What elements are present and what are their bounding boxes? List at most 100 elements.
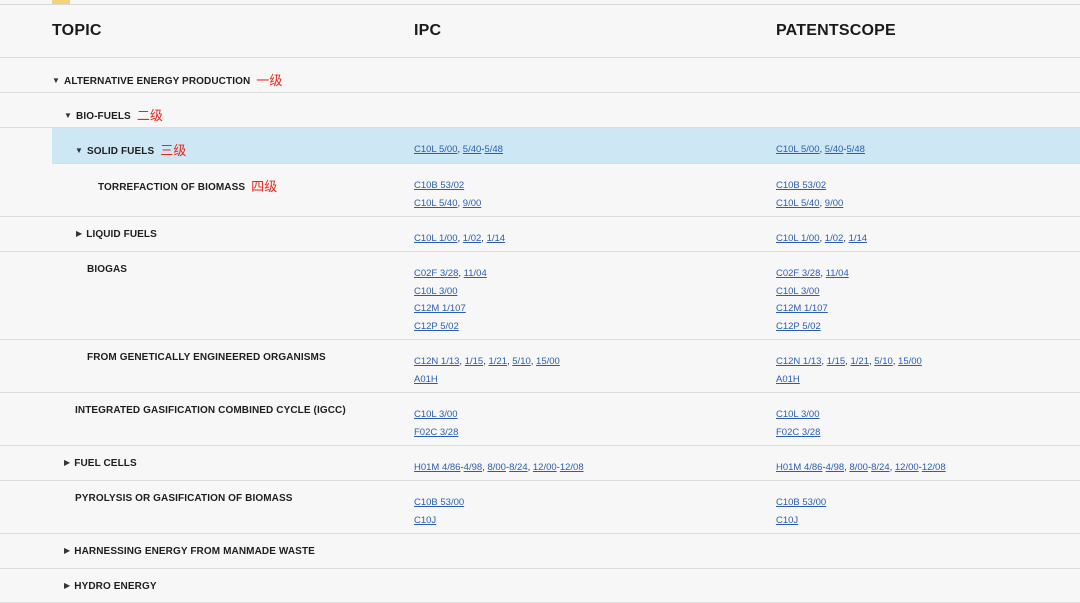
code-link[interactable]: C10B 53/02 <box>414 180 464 191</box>
code-link[interactable]: 1/21 <box>488 356 507 367</box>
table-row-waste[interactable]: ▶ HARNESSING ENERGY FROM MANMADE WASTE <box>0 534 1080 569</box>
code-link[interactable]: 5/40 <box>463 144 482 155</box>
table-row-solid[interactable]: ▼ SOLID FUELS 三级 C10L 5/00, 5/40-5/48 C10L 5… <box>52 128 1080 164</box>
topic-cell[interactable]: ▼ BIO-FUELS 二级 <box>64 105 163 124</box>
code-link[interactable]: C12M 1/107 <box>776 303 828 314</box>
patentscope-codes-line: C10L 3/00 <box>776 406 820 424</box>
patentscope-codes-line: F02C 3/28 <box>776 424 820 442</box>
code-link[interactable]: C10L 3/00 <box>414 286 458 297</box>
table-row-liquid[interactable]: ▶ LIQUID FUELS C10L 1/00, 1/02, 1/14 C10L 1… <box>0 217 1080 252</box>
code-link[interactable]: F02C 3/28 <box>776 427 820 438</box>
code-link[interactable]: F02C 3/28 <box>414 427 458 438</box>
topic-cell[interactable]: ▶ HARNESSING ENERGY FROM MANMADE WASTE <box>64 546 315 557</box>
caret-right-icon[interactable]: ▶ <box>64 581 70 590</box>
topic-cell[interactable]: ▼ SOLID FUELS 三级 <box>75 140 186 159</box>
ipc-codes: C02F 3/28, 11/04 C10L 3/00 C12M 1/107 C12P … <box>414 265 487 335</box>
code-link[interactable]: 1/14 <box>487 233 506 244</box>
code-link[interactable]: 1/14 <box>849 233 868 244</box>
code-link[interactable]: H01M 4/86 <box>414 462 460 473</box>
code-link[interactable]: C12N 1/13 <box>414 356 459 367</box>
topic-cell[interactable]: ▶ FUEL CELLS <box>64 458 137 469</box>
code-link[interactable]: 8/24 <box>509 462 528 473</box>
caret-down-icon[interactable]: ▼ <box>64 111 72 120</box>
topic-cell[interactable]: ▼ ALTERNATIVE ENERGY PRODUCTION 一级 <box>52 70 282 89</box>
code-link[interactable]: C10L 5/40 <box>414 198 458 209</box>
topic-cell[interactable]: ▶ LIQUID FUELS <box>76 229 157 240</box>
caret-right-icon[interactable]: ▶ <box>64 458 70 467</box>
topic-cell: BIOGAS <box>87 264 127 275</box>
ipc-codes-line: C10L 3/00 <box>414 406 458 424</box>
code-link[interactable]: C12P 5/02 <box>776 321 821 332</box>
code-link[interactable]: C10L 1/00 <box>414 233 458 244</box>
code-link[interactable]: C10L 3/00 <box>414 409 458 420</box>
code-link[interactable]: C12N 1/13 <box>776 356 821 367</box>
caret-down-icon[interactable]: ▼ <box>52 76 60 85</box>
caret-right-icon[interactable]: ▶ <box>64 546 70 555</box>
code-link[interactable]: 8/24 <box>871 462 890 473</box>
patentscope-codes-line: C12M 1/107 <box>776 300 849 318</box>
code-link[interactable]: C02F 3/28 <box>414 268 458 279</box>
code-link[interactable]: 9/00 <box>463 198 482 209</box>
code-link[interactable]: C10J <box>776 515 798 526</box>
header-topic: TOPIC <box>52 22 102 39</box>
patentscope-codes: C10L 5/00, 5/40-5/48 <box>776 141 865 159</box>
ipc-codes-line: C10L 5/40, 9/00 <box>414 195 481 213</box>
code-link[interactable]: 15/00 <box>898 356 922 367</box>
code-link[interactable]: 15/00 <box>536 356 560 367</box>
topic-label: FROM GENETICALLY ENGINEERED ORGANISMS <box>87 352 326 363</box>
code-link[interactable]: 9/00 <box>825 198 844 209</box>
table-row-alt[interactable]: ▼ ALTERNATIVE ENERGY PRODUCTION 一级 <box>0 58 1080 93</box>
code-link[interactable]: C02F 3/28 <box>776 268 820 279</box>
code-link[interactable]: 8/00 <box>487 462 506 473</box>
code-link[interactable]: 4/98 <box>826 462 845 473</box>
code-link[interactable]: 12/00 <box>895 462 919 473</box>
code-link[interactable]: 12/08 <box>560 462 584 473</box>
code-link[interactable]: C10B 53/00 <box>414 497 464 508</box>
code-link[interactable]: C10L 3/00 <box>776 409 820 420</box>
code-link[interactable]: 11/04 <box>464 268 487 279</box>
tab-marker <box>52 0 70 4</box>
code-link[interactable]: A01H <box>414 374 438 385</box>
code-link[interactable]: 1/21 <box>850 356 869 367</box>
code-link[interactable]: C10L 3/00 <box>776 286 820 297</box>
code-link[interactable]: C12P 5/02 <box>414 321 459 332</box>
code-link[interactable]: 1/02 <box>463 233 482 244</box>
code-link[interactable]: C10L 5/00 <box>776 144 820 155</box>
code-link[interactable]: 8/00 <box>849 462 868 473</box>
code-link[interactable]: 11/04 <box>826 268 849 279</box>
code-link[interactable]: 4/98 <box>464 462 483 473</box>
code-link[interactable]: C10B 53/02 <box>776 180 826 191</box>
code-link[interactable]: C12M 1/107 <box>414 303 466 314</box>
code-link[interactable]: 12/08 <box>922 462 946 473</box>
code-link[interactable]: H01M 4/86 <box>776 462 822 473</box>
code-link[interactable]: 5/10 <box>512 356 531 367</box>
code-link[interactable]: C10J <box>414 515 436 526</box>
code-link[interactable]: 1/15 <box>465 356 484 367</box>
table-row-bio[interactable]: ▼ BIO-FUELS 二级 <box>0 93 1080 128</box>
patentscope-codes-line: C10B 53/02 <box>776 177 843 195</box>
ipc-codes: C12N 1/13, 1/15, 1/21, 5/10, 15/00 A01H <box>414 353 560 388</box>
code-link[interactable]: A01H <box>776 374 800 385</box>
code-link[interactable]: 5/10 <box>874 356 893 367</box>
table-row-fuelcells[interactable]: ▶ FUEL CELLS H01M 4/86-4/98, 8/00-8/24, 12… <box>0 446 1080 481</box>
ipc-codes-line: C12P 5/02 <box>414 318 487 336</box>
ipc-codes-line: C10L 1/00, 1/02, 1/14 <box>414 230 505 248</box>
code-link[interactable]: C10B 53/00 <box>776 497 826 508</box>
code-link[interactable]: 1/15 <box>827 356 846 367</box>
patentscope-codes-line: C12P 5/02 <box>776 318 849 336</box>
caret-down-icon[interactable]: ▼ <box>75 146 83 155</box>
code-link[interactable]: C10L 1/00 <box>776 233 820 244</box>
code-link[interactable]: 5/40 <box>825 144 844 155</box>
ipc-codes-line: H01M 4/86-4/98, 8/00-8/24, 12/00-12/08 <box>414 459 584 477</box>
table-row-hydro[interactable]: ▶ HYDRO ENERGY <box>0 569 1080 603</box>
caret-right-icon[interactable]: ▶ <box>76 229 82 238</box>
code-link[interactable]: 5/48 <box>484 144 503 155</box>
code-link[interactable]: 1/02 <box>825 233 844 244</box>
patentscope-codes: C10B 53/02 C10L 5/40, 9/00 <box>776 177 843 212</box>
code-link[interactable]: 12/00 <box>533 462 557 473</box>
code-link[interactable]: C10L 5/40 <box>776 198 820 209</box>
code-link[interactable]: 5/48 <box>846 144 865 155</box>
code-link[interactable]: C10L 5/00 <box>414 144 458 155</box>
topic-cell[interactable]: ▶ HYDRO ENERGY <box>64 581 157 592</box>
ipc-codes-line: C12M 1/107 <box>414 300 487 318</box>
